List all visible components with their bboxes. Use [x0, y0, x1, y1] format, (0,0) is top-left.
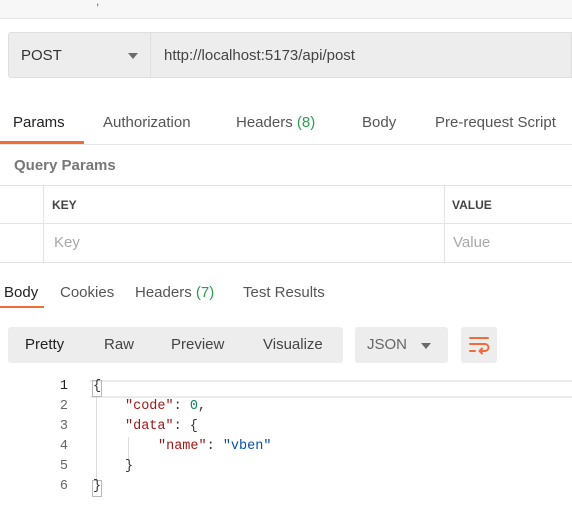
headers-count: (8): [296, 114, 316, 131]
wrap-lines-button[interactable]: [461, 327, 497, 363]
value-input[interactable]: Value: [453, 234, 490, 251]
divider: [0, 185, 572, 186]
query-params-title: Query Params: [14, 157, 116, 174]
indent-guide: [128, 437, 129, 459]
tab-cookies[interactable]: Cookies: [60, 284, 114, 301]
code-line: "data": {: [125, 419, 198, 434]
current-line-highlight: [90, 380, 572, 398]
tab-test-results[interactable]: Test Results: [243, 284, 325, 301]
column-header-key: KEY: [52, 198, 77, 212]
tab-headers[interactable]: Headers (8): [236, 114, 315, 131]
method-select[interactable]: POST: [8, 32, 150, 78]
method-label: POST: [21, 47, 62, 64]
chevron-down-icon: [421, 343, 431, 349]
chevron-down-icon: [128, 53, 138, 59]
line-number: 1: [59, 379, 68, 394]
pretty-button[interactable]: Pretty: [25, 336, 64, 353]
wrap-lines-icon: [469, 337, 490, 355]
raw-button[interactable]: Raw: [104, 336, 134, 353]
divider: [43, 185, 44, 263]
key-input[interactable]: Key: [54, 234, 80, 251]
tab-body[interactable]: Body: [362, 114, 396, 131]
tab-params[interactable]: Params: [13, 114, 65, 131]
line-number: 3: [59, 419, 68, 434]
preview-button[interactable]: Preview: [171, 336, 224, 353]
view-mode-group: Pretty Raw Preview Visualize: [8, 327, 343, 363]
code-line: "code": 0,: [125, 399, 207, 414]
top-strip: ,: [0, 0, 572, 19]
url-input[interactable]: http://localhost:5173/api/post: [150, 32, 572, 78]
active-response-tab-indicator: [0, 306, 44, 308]
indent-guide: [96, 397, 97, 479]
divider: [0, 262, 572, 263]
response-body-editor[interactable]: 1 2 3 4 5 6 { "code": 0, "data": { "name…: [0, 377, 572, 510]
column-header-value: VALUE: [452, 198, 492, 212]
query-params-table: KEY VALUE Key Value: [0, 185, 572, 263]
code-line: }: [93, 479, 102, 494]
response-headers-count: (7): [195, 284, 215, 301]
line-number: 2: [59, 399, 68, 414]
divider: [0, 223, 572, 224]
tab-response-headers[interactable]: Headers (7): [135, 284, 214, 301]
format-select[interactable]: JSON: [355, 327, 448, 363]
url-value: http://localhost:5173/api/post: [164, 47, 355, 64]
tab-response-body[interactable]: Body: [4, 284, 38, 301]
code-line: {: [93, 379, 102, 394]
format-value: JSON: [367, 336, 408, 353]
request-tabs: Params Authorization Headers (8) Body Pr…: [0, 96, 572, 145]
active-tab-indicator: [0, 141, 84, 144]
code-line: "name": "vben": [158, 439, 272, 454]
divider: [444, 185, 445, 263]
code-line: }: [125, 459, 134, 474]
visualize-button[interactable]: Visualize: [263, 336, 323, 353]
line-number: 5: [59, 459, 68, 474]
tab-pre-request-script[interactable]: Pre-request Script: [435, 114, 556, 131]
truncated-glyph: ,: [96, 0, 100, 8]
line-number: 6: [59, 479, 68, 494]
line-number: 4: [59, 439, 68, 454]
tab-authorization[interactable]: Authorization: [103, 114, 191, 131]
